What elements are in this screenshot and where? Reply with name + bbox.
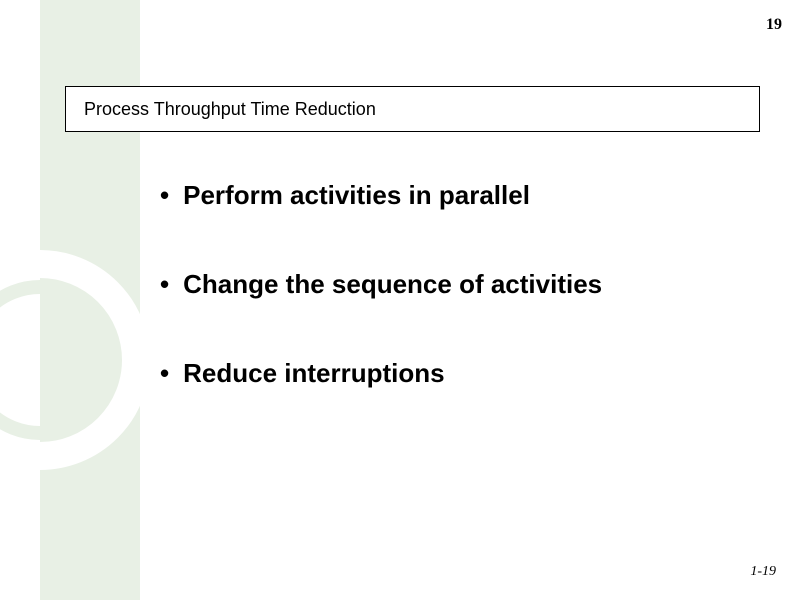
bullet-item: • Change the sequence of activities: [160, 269, 760, 300]
bullet-dot-icon: •: [160, 269, 169, 300]
bullet-dot-icon: •: [160, 180, 169, 211]
slide-title: Process Throughput Time Reduction: [65, 86, 760, 132]
bullet-list: • Perform activities in parallel • Chang…: [160, 180, 760, 447]
bullet-text: Perform activities in parallel: [183, 180, 530, 211]
bullet-text: Change the sequence of activities: [183, 269, 602, 300]
page-number-bottom: 1-19: [750, 564, 776, 580]
bullet-item: • Perform activities in parallel: [160, 180, 760, 211]
page-number-top: 19: [766, 16, 782, 34]
bullet-dot-icon: •: [160, 358, 169, 389]
bullet-text: Reduce interruptions: [183, 358, 444, 389]
bullet-item: • Reduce interruptions: [160, 358, 760, 389]
